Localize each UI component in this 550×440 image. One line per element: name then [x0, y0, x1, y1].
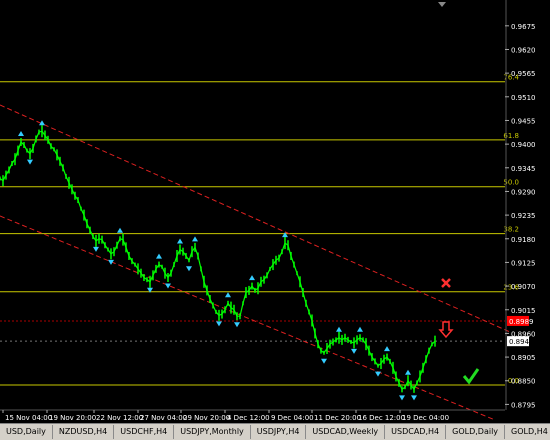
- y-tick-label: 0.9015: [511, 307, 536, 315]
- x-tick-label: 9 Dec 04:00: [271, 414, 314, 422]
- y-tick-label: 0.9125: [511, 259, 536, 267]
- y-tick-label: 0.9235: [511, 212, 536, 220]
- chart-tab[interactable]: GOLD,H4: [505, 425, 550, 439]
- alert-price-label: 0.8989: [509, 318, 534, 326]
- y-tick-label: 0.9510: [511, 94, 536, 102]
- chart-tab[interactable]: USDCAD,H4: [385, 425, 447, 439]
- y-tick-label: 0.8795: [511, 401, 536, 409]
- chart-tab[interactable]: GOLD,Daily: [446, 425, 506, 439]
- price-chart[interactable]: 76.461.850.038.223.60.0 0.96750.96200.95…: [0, 0, 550, 439]
- x-tick-label: 4 Dec 12:00: [227, 414, 270, 422]
- y-tick-label: 0.8850: [511, 378, 536, 386]
- chart-tab[interactable]: USDJPY,Monthly: [174, 425, 251, 439]
- chart-tab[interactable]: USDCHF,H4: [114, 425, 175, 439]
- x-tick-label: 22 Nov 12:00: [96, 414, 143, 422]
- x-tick-label: 15 Nov 04:00: [5, 414, 52, 422]
- y-tick-label: 0.9565: [511, 70, 536, 78]
- chart-tab-bar: USD,Daily NZDUSD,H4 USDCHF,H4 USDJPY,Monthl…: [0, 423, 550, 440]
- y-tick-label: 0.9070: [511, 283, 536, 291]
- chart-tab[interactable]: NZDUSD,H4: [53, 425, 115, 439]
- x-tick-label: 29 Nov 20:00: [183, 414, 230, 422]
- y-tick-label: 0.9400: [511, 141, 536, 149]
- y-tick-label: 0.9620: [511, 46, 536, 54]
- y-tick-label: 0.9455: [511, 117, 536, 125]
- chart-tab[interactable]: USD,Daily: [0, 425, 53, 439]
- y-tick-label: 0.9675: [511, 23, 536, 31]
- chart-tab[interactable]: USDCAD,Weekly: [306, 425, 386, 439]
- y-tick-label: 0.9180: [511, 236, 536, 244]
- y-tick-label: 0.8905: [511, 354, 536, 362]
- y-tick-label: 0.9345: [511, 165, 536, 173]
- x-tick-label: 27 Nov 04:00: [140, 414, 187, 422]
- x-tick-label: 19 Nov 20:00: [49, 414, 96, 422]
- y-tick-label: 0.9290: [511, 188, 536, 196]
- x-tick-label: 19 Dec 04:00: [402, 414, 449, 422]
- chart-background: [0, 0, 550, 439]
- chart-tab[interactable]: USDJPY,H4: [251, 425, 307, 439]
- x-tick-label: 16 Dec 12:00: [358, 414, 405, 422]
- x-tick-label: 11 Dec 20:00: [314, 414, 361, 422]
- current-price-label: 0.8942: [509, 338, 534, 346]
